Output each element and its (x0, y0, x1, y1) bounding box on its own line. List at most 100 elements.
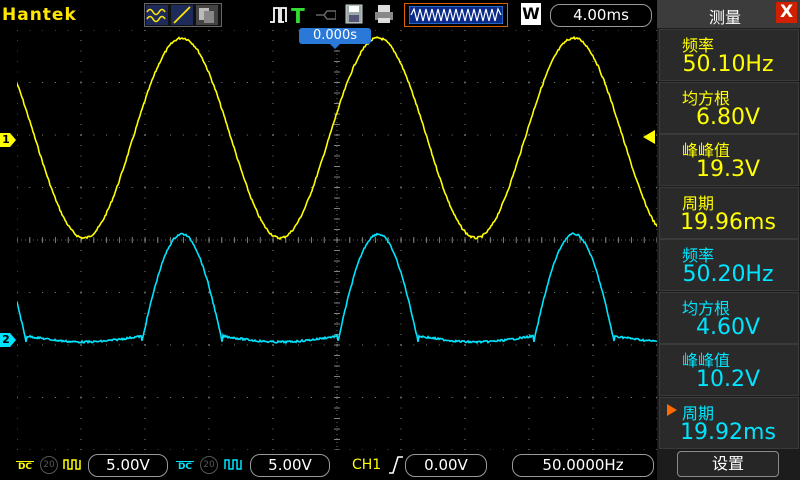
grid-dot (208, 82, 210, 83)
ch1-bw-limit[interactable]: 20 (40, 456, 58, 474)
measurement-label: 均方根 (682, 88, 731, 108)
grid-dot (17, 281, 18, 283)
grid-dot (515, 344, 517, 346)
grid-dot (144, 166, 146, 167)
grid-dot (310, 187, 312, 188)
grid-dot (400, 197, 402, 199)
measurement-value: 4.60V (695, 314, 761, 340)
grid-dot (272, 386, 274, 388)
save-disk-icon[interactable] (345, 4, 363, 24)
grid-dot (592, 145, 594, 146)
grid-dot (208, 124, 210, 125)
grid-dot (208, 50, 210, 52)
grid-dot (592, 113, 594, 115)
ch2-coupling[interactable]: DC (176, 455, 194, 475)
grid-dot (490, 292, 492, 293)
grid-dot (208, 250, 210, 251)
grid-dot (438, 397, 440, 398)
settings-button[interactable]: 设置 (677, 451, 779, 477)
grid-dot (541, 292, 543, 293)
grid-dot (80, 428, 82, 430)
grid-dot (208, 197, 210, 199)
grid-dot (285, 344, 287, 346)
grid-dot (477, 82, 479, 83)
trigger-position-marker[interactable]: 0.000s (299, 28, 371, 49)
grid-dot (464, 82, 466, 83)
grid-dot (362, 292, 364, 293)
measurement-cell[interactable]: 均方根 4.60V (659, 291, 799, 344)
grid-dot (400, 386, 402, 388)
grid-dot (400, 30, 402, 31)
grid-dot (259, 30, 261, 31)
grid-dot (272, 260, 274, 262)
memory-window-overview[interactable] (404, 3, 508, 27)
measurement-cell[interactable]: 峰峰值 10.2V (659, 344, 799, 396)
ch1-marker[interactable]: 1 (0, 133, 16, 147)
grid-dot (195, 187, 197, 188)
grid-dot (592, 229, 594, 230)
measurement-cell[interactable]: 频率 50.10Hz (659, 29, 799, 81)
print-icon[interactable] (374, 4, 394, 24)
grid-dot (208, 397, 210, 398)
measurement-cell[interactable]: 峰峰值 19.3V (659, 134, 799, 186)
grid-dot (234, 82, 236, 83)
grid-dot (42, 397, 44, 398)
ch2-scale-readout[interactable]: 5.00V (250, 454, 330, 477)
grid-dot (630, 187, 632, 188)
grid-dot (592, 418, 594, 419)
grid-dot (400, 439, 402, 440)
measurement-cell[interactable]: 周期 19.96ms (659, 186, 799, 239)
grid-dot (566, 82, 568, 83)
grid-dot (426, 344, 428, 346)
ch1-coupling[interactable]: DC (16, 455, 34, 475)
grid-dot (566, 187, 568, 188)
grid-dot (17, 176, 18, 178)
grid-dot (502, 134, 504, 136)
grid-dot (144, 40, 146, 41)
ch1-scale-readout[interactable]: 5.00V (88, 454, 168, 477)
grid-dot (464, 313, 466, 314)
measurement-cell[interactable]: 频率 50.20Hz (659, 239, 799, 291)
grid-dot (118, 30, 120, 31)
trigger-position-arrow-icon (329, 43, 341, 49)
ch1-marker-label: 1 (2, 133, 10, 146)
grid-dot (118, 292, 120, 293)
probe-icon (316, 10, 336, 20)
grid-dot (272, 176, 274, 178)
grid-dot (80, 187, 82, 188)
trigger-source[interactable]: CH1 (352, 457, 386, 473)
grid-dot (118, 134, 120, 136)
grid-dot (170, 134, 172, 136)
ch2-marker-label: 2 (2, 333, 10, 346)
grid-dot (630, 30, 632, 31)
grid-dot (272, 145, 274, 146)
acquire-mode-selector[interactable] (144, 3, 222, 27)
grid-dot (54, 134, 56, 136)
grid-dot (54, 187, 56, 188)
ch2-probe-icon (224, 459, 242, 470)
ch2-bw-limit[interactable]: 20 (200, 456, 218, 474)
grid-dot (566, 292, 568, 293)
grid-dot (17, 208, 18, 209)
measure-panel: 测量 X 频率 50.10Hz 均方根 6.80V 峰峰值 19.3V 周期 19.96ms 频… (657, 0, 800, 480)
grid-dot (17, 344, 18, 346)
grid-dot (272, 355, 274, 356)
grid-dot (579, 134, 581, 136)
grid-dot (643, 187, 645, 188)
trigger-level-readout[interactable]: 0.00V (405, 454, 487, 477)
measurement-cell[interactable]: 周期 19.92ms (659, 396, 799, 449)
grid-dot (170, 30, 172, 31)
grid-dot (528, 92, 530, 94)
grid-dot (515, 30, 517, 31)
trigger-level-marker-icon[interactable] (641, 130, 655, 144)
waveform-display[interactable] (17, 30, 657, 450)
measurement-cell[interactable]: 均方根 6.80V (659, 81, 799, 134)
close-button[interactable]: X (776, 2, 797, 23)
grid-dot (592, 40, 594, 41)
grid-dot (464, 344, 466, 346)
grid-dot (208, 166, 210, 167)
grid-dot (592, 323, 594, 325)
ch2-marker[interactable]: 2 (0, 333, 16, 347)
timebase-readout[interactable]: 4.00ms (550, 4, 652, 27)
window-mode-indicator[interactable]: W (521, 3, 541, 25)
